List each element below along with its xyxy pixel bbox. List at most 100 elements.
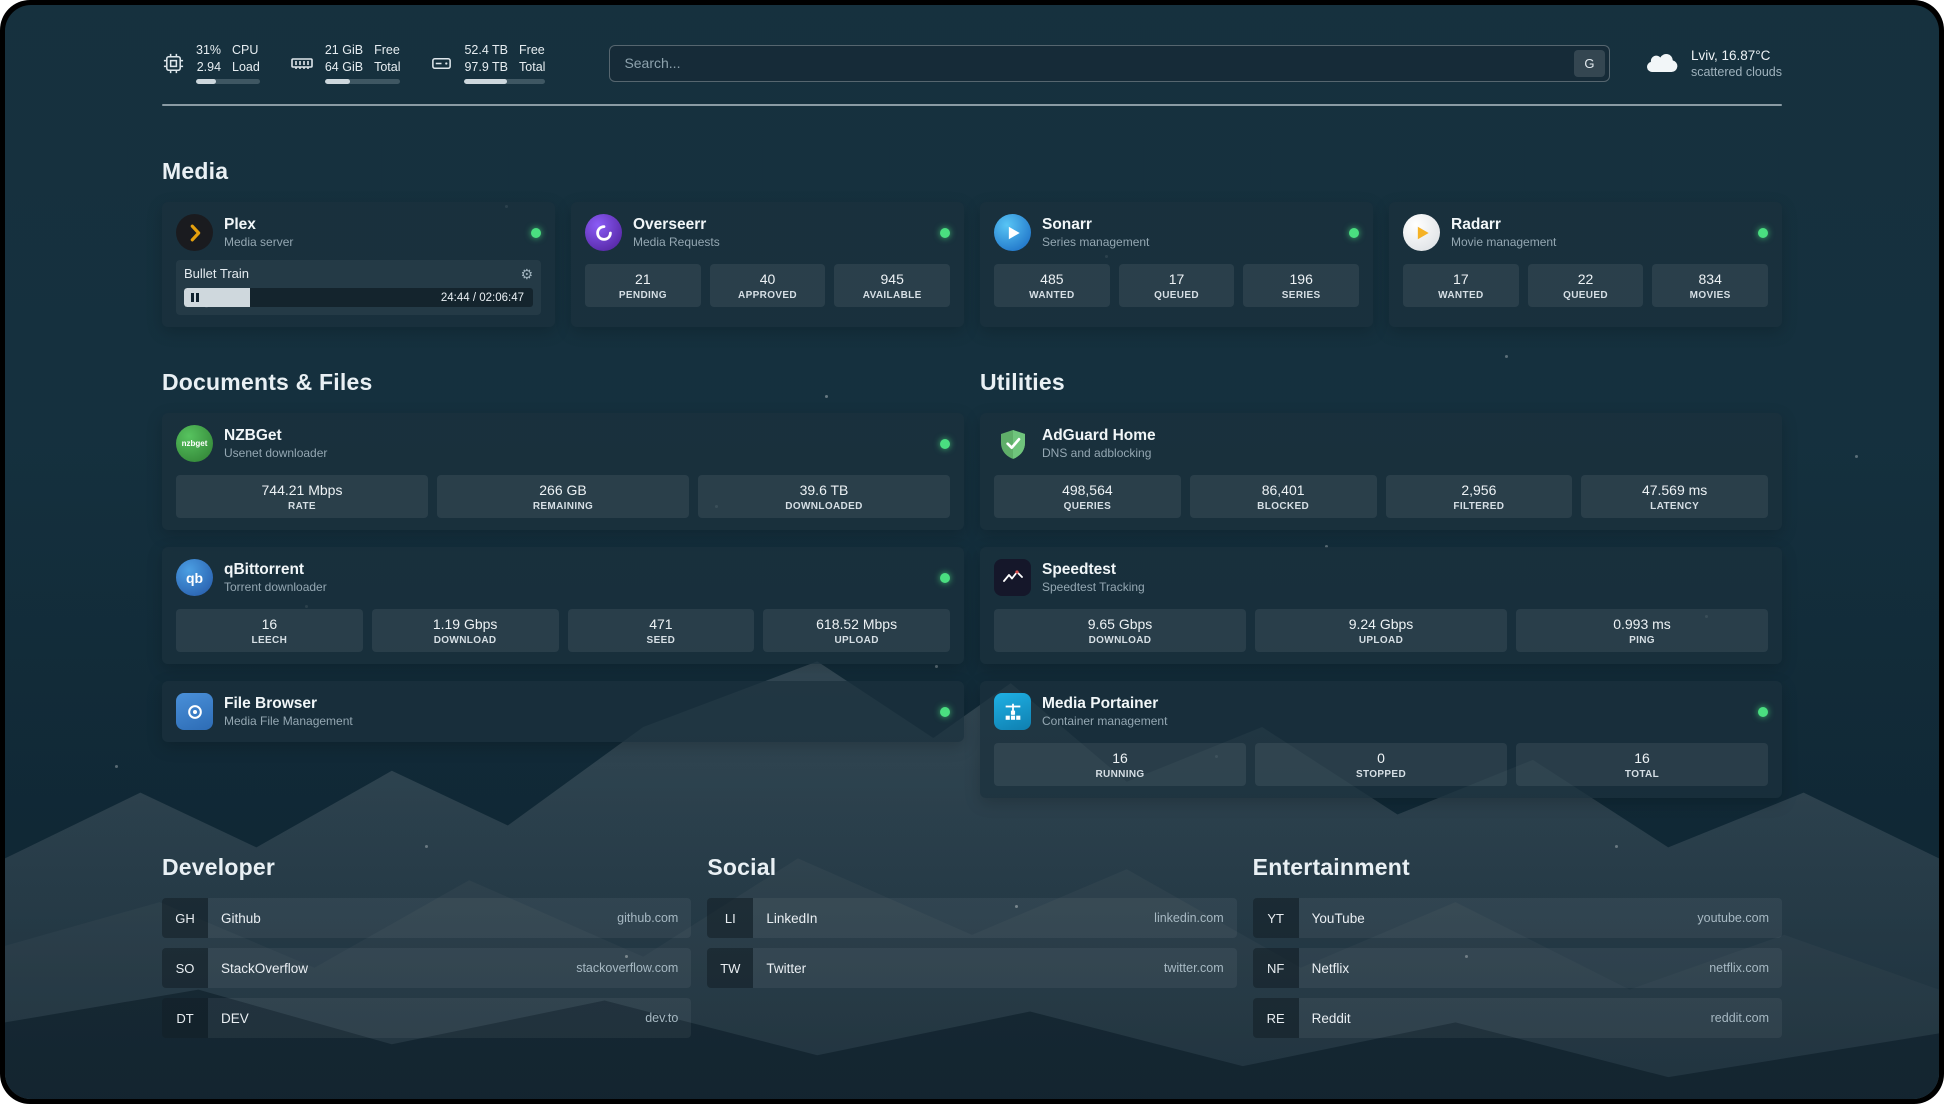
playback-time: 24:44 / 02:06:47 xyxy=(441,288,524,307)
developer-heading: Developer xyxy=(162,854,691,881)
bookmark-name: Netflix xyxy=(1312,961,1350,976)
memory-free-value: 21 GiB xyxy=(325,42,363,58)
cloud-icon xyxy=(1644,48,1680,79)
filebrowser-status-dot xyxy=(940,707,950,717)
cpu-icon xyxy=(162,52,185,75)
overseerr-card[interactable]: Overseerr Media Requests 21 PENDING 40 A… xyxy=(571,202,964,327)
bookmark-youtube[interactable]: YT YouTube youtube.com xyxy=(1253,898,1782,938)
filebrowser-icon xyxy=(176,693,213,730)
bookmark-linkedin[interactable]: LI LinkedIn linkedin.com xyxy=(707,898,1236,938)
speedtest-card[interactable]: Speedtest Speedtest Tracking 9.65 Gbps D… xyxy=(980,547,1782,664)
section-developer: Developer GH Github github.com SO StackO… xyxy=(162,854,691,1048)
plex-icon xyxy=(176,214,213,251)
disk-total-label: Total xyxy=(519,59,545,75)
portainer-icon xyxy=(994,693,1031,730)
gear-icon[interactable]: ⚙ xyxy=(520,267,533,281)
adguard-stat-latency: 47.569 ms LATENCY xyxy=(1581,475,1768,518)
search-provider-button[interactable]: G xyxy=(1574,50,1605,77)
speedtest-stat-ping: 0.993 ms PING xyxy=(1516,609,1768,652)
bookmark-domain: twitter.com xyxy=(1164,961,1224,975)
bookmark-abbr: TW xyxy=(707,948,753,988)
overseerr-status-dot xyxy=(940,228,950,238)
overseerr-stat-available: 945 AVAILABLE xyxy=(834,264,950,307)
cpu-load-label: Load xyxy=(232,59,260,75)
qbittorrent-card[interactable]: qb qBittorrent Torrent downloader 16 LEE… xyxy=(162,547,964,664)
bookmark-github[interactable]: GH Github github.com xyxy=(162,898,691,938)
adguard-stat-queries: 498,564 QUERIES xyxy=(994,475,1181,518)
bookmark-domain: stackoverflow.com xyxy=(576,961,678,975)
cpu-label: CPU xyxy=(232,42,260,58)
adguard-stat-filtered: 2,956 FILTERED xyxy=(1386,475,1573,518)
bookmark-netflix[interactable]: NF Netflix netflix.com xyxy=(1253,948,1782,988)
nzbget-card[interactable]: nzbget NZBGet Usenet downloader 744.21 M… xyxy=(162,413,964,530)
adguard-card[interactable]: AdGuard Home DNS and adblocking 498,564 … xyxy=(980,413,1782,530)
cpu-progress-bar xyxy=(196,79,260,84)
bookmark-abbr: SO xyxy=(162,948,208,988)
memory-total-label: Total xyxy=(374,59,400,75)
filebrowser-card[interactable]: File Browser Media File Management xyxy=(162,681,964,742)
bookmark-abbr: GH xyxy=(162,898,208,938)
portainer-card[interactable]: Media Portainer Container management 16 … xyxy=(980,681,1782,798)
overseerr-subtitle: Media Requests xyxy=(633,235,720,249)
radarr-stat-wanted: 17 WANTED xyxy=(1403,264,1519,307)
portainer-title: Media Portainer xyxy=(1042,695,1167,713)
portainer-subtitle: Container management xyxy=(1042,714,1167,728)
disk-stats: 52.4 TB 97.9 TB Free Total xyxy=(464,42,545,84)
sonarr-stat-queued: 17 QUEUED xyxy=(1119,264,1235,307)
cpu-progress-fill xyxy=(196,79,216,84)
adguard-icon xyxy=(994,425,1031,462)
disk-free-label: Free xyxy=(519,42,545,58)
portainer-stat-running: 16 RUNNING xyxy=(994,743,1246,786)
bookmark-dev[interactable]: DT DEV dev.to xyxy=(162,998,691,1038)
search-input[interactable] xyxy=(609,45,1610,82)
bookmark-twitter[interactable]: TW Twitter twitter.com xyxy=(707,948,1236,988)
plex-card[interactable]: Plex Media server Bullet Train ⚙ xyxy=(162,202,555,327)
utilities-heading: Utilities xyxy=(980,369,1782,396)
now-playing-title: Bullet Train xyxy=(184,266,249,281)
sonarr-icon xyxy=(994,214,1031,251)
bookmark-name: Github xyxy=(221,911,261,926)
qbittorrent-icon: qb xyxy=(176,559,213,596)
section-utilities: Utilities AdGuard Home xyxy=(980,369,1782,798)
adguard-stat-blocked: 86,401 BLOCKED xyxy=(1190,475,1377,518)
filebrowser-title: File Browser xyxy=(224,695,353,713)
bookmark-name: LinkedIn xyxy=(766,911,817,926)
overseerr-title: Overseerr xyxy=(633,216,720,234)
qbittorrent-stat-leech: 16 LEECH xyxy=(176,609,363,652)
playback-progress-bar[interactable]: 24:44 / 02:06:47 xyxy=(184,288,533,307)
bookmark-domain: netflix.com xyxy=(1709,961,1769,975)
sonarr-card[interactable]: Sonarr Series management 485 WANTED 17 Q… xyxy=(980,202,1373,327)
bookmark-stackoverflow[interactable]: SO StackOverflow stackoverflow.com xyxy=(162,948,691,988)
weather-condition: scattered clouds xyxy=(1691,65,1782,79)
bookmark-name: DEV xyxy=(221,1011,249,1026)
bookmark-reddit[interactable]: RE Reddit reddit.com xyxy=(1253,998,1782,1038)
qbittorrent-stat-download: 1.19 Gbps DOWNLOAD xyxy=(372,609,559,652)
bookmark-abbr: YT xyxy=(1253,898,1299,938)
pause-icon[interactable] xyxy=(191,288,199,307)
plex-title: Plex xyxy=(224,216,293,234)
disk-progress-bar xyxy=(464,79,545,84)
bookmark-name: StackOverflow xyxy=(221,961,308,976)
cpu-percent: 31% xyxy=(196,42,221,58)
bookmark-domain: github.com xyxy=(617,911,678,925)
disk-free-value: 52.4 TB xyxy=(464,42,508,58)
bookmark-abbr: DT xyxy=(162,998,208,1038)
memory-progress-fill xyxy=(325,79,350,84)
disk-progress-fill xyxy=(464,79,507,84)
sonarr-status-dot xyxy=(1349,228,1359,238)
adguard-subtitle: DNS and adblocking xyxy=(1042,446,1156,460)
speedtest-stat-upload: 9.24 Gbps UPLOAD xyxy=(1255,609,1507,652)
sonarr-subtitle: Series management xyxy=(1042,235,1149,249)
bookmark-domain: youtube.com xyxy=(1697,911,1769,925)
bookmark-domain: reddit.com xyxy=(1711,1011,1769,1025)
nzbget-status-dot xyxy=(940,439,950,449)
radarr-stat-queued: 22 QUEUED xyxy=(1528,264,1644,307)
radarr-card[interactable]: Radarr Movie management 17 WANTED 22 QUE… xyxy=(1389,202,1782,327)
speedtest-stat-download: 9.65 Gbps DOWNLOAD xyxy=(994,609,1246,652)
disk-widget: 52.4 TB 97.9 TB Free Total xyxy=(430,42,545,84)
bookmark-name: YouTube xyxy=(1312,911,1365,926)
nzbget-title: NZBGet xyxy=(224,427,327,445)
nzbget-stat-rate: 744.21 Mbps RATE xyxy=(176,475,428,518)
qbittorrent-subtitle: Torrent downloader xyxy=(224,580,327,594)
radarr-stat-movies: 834 MOVIES xyxy=(1652,264,1768,307)
